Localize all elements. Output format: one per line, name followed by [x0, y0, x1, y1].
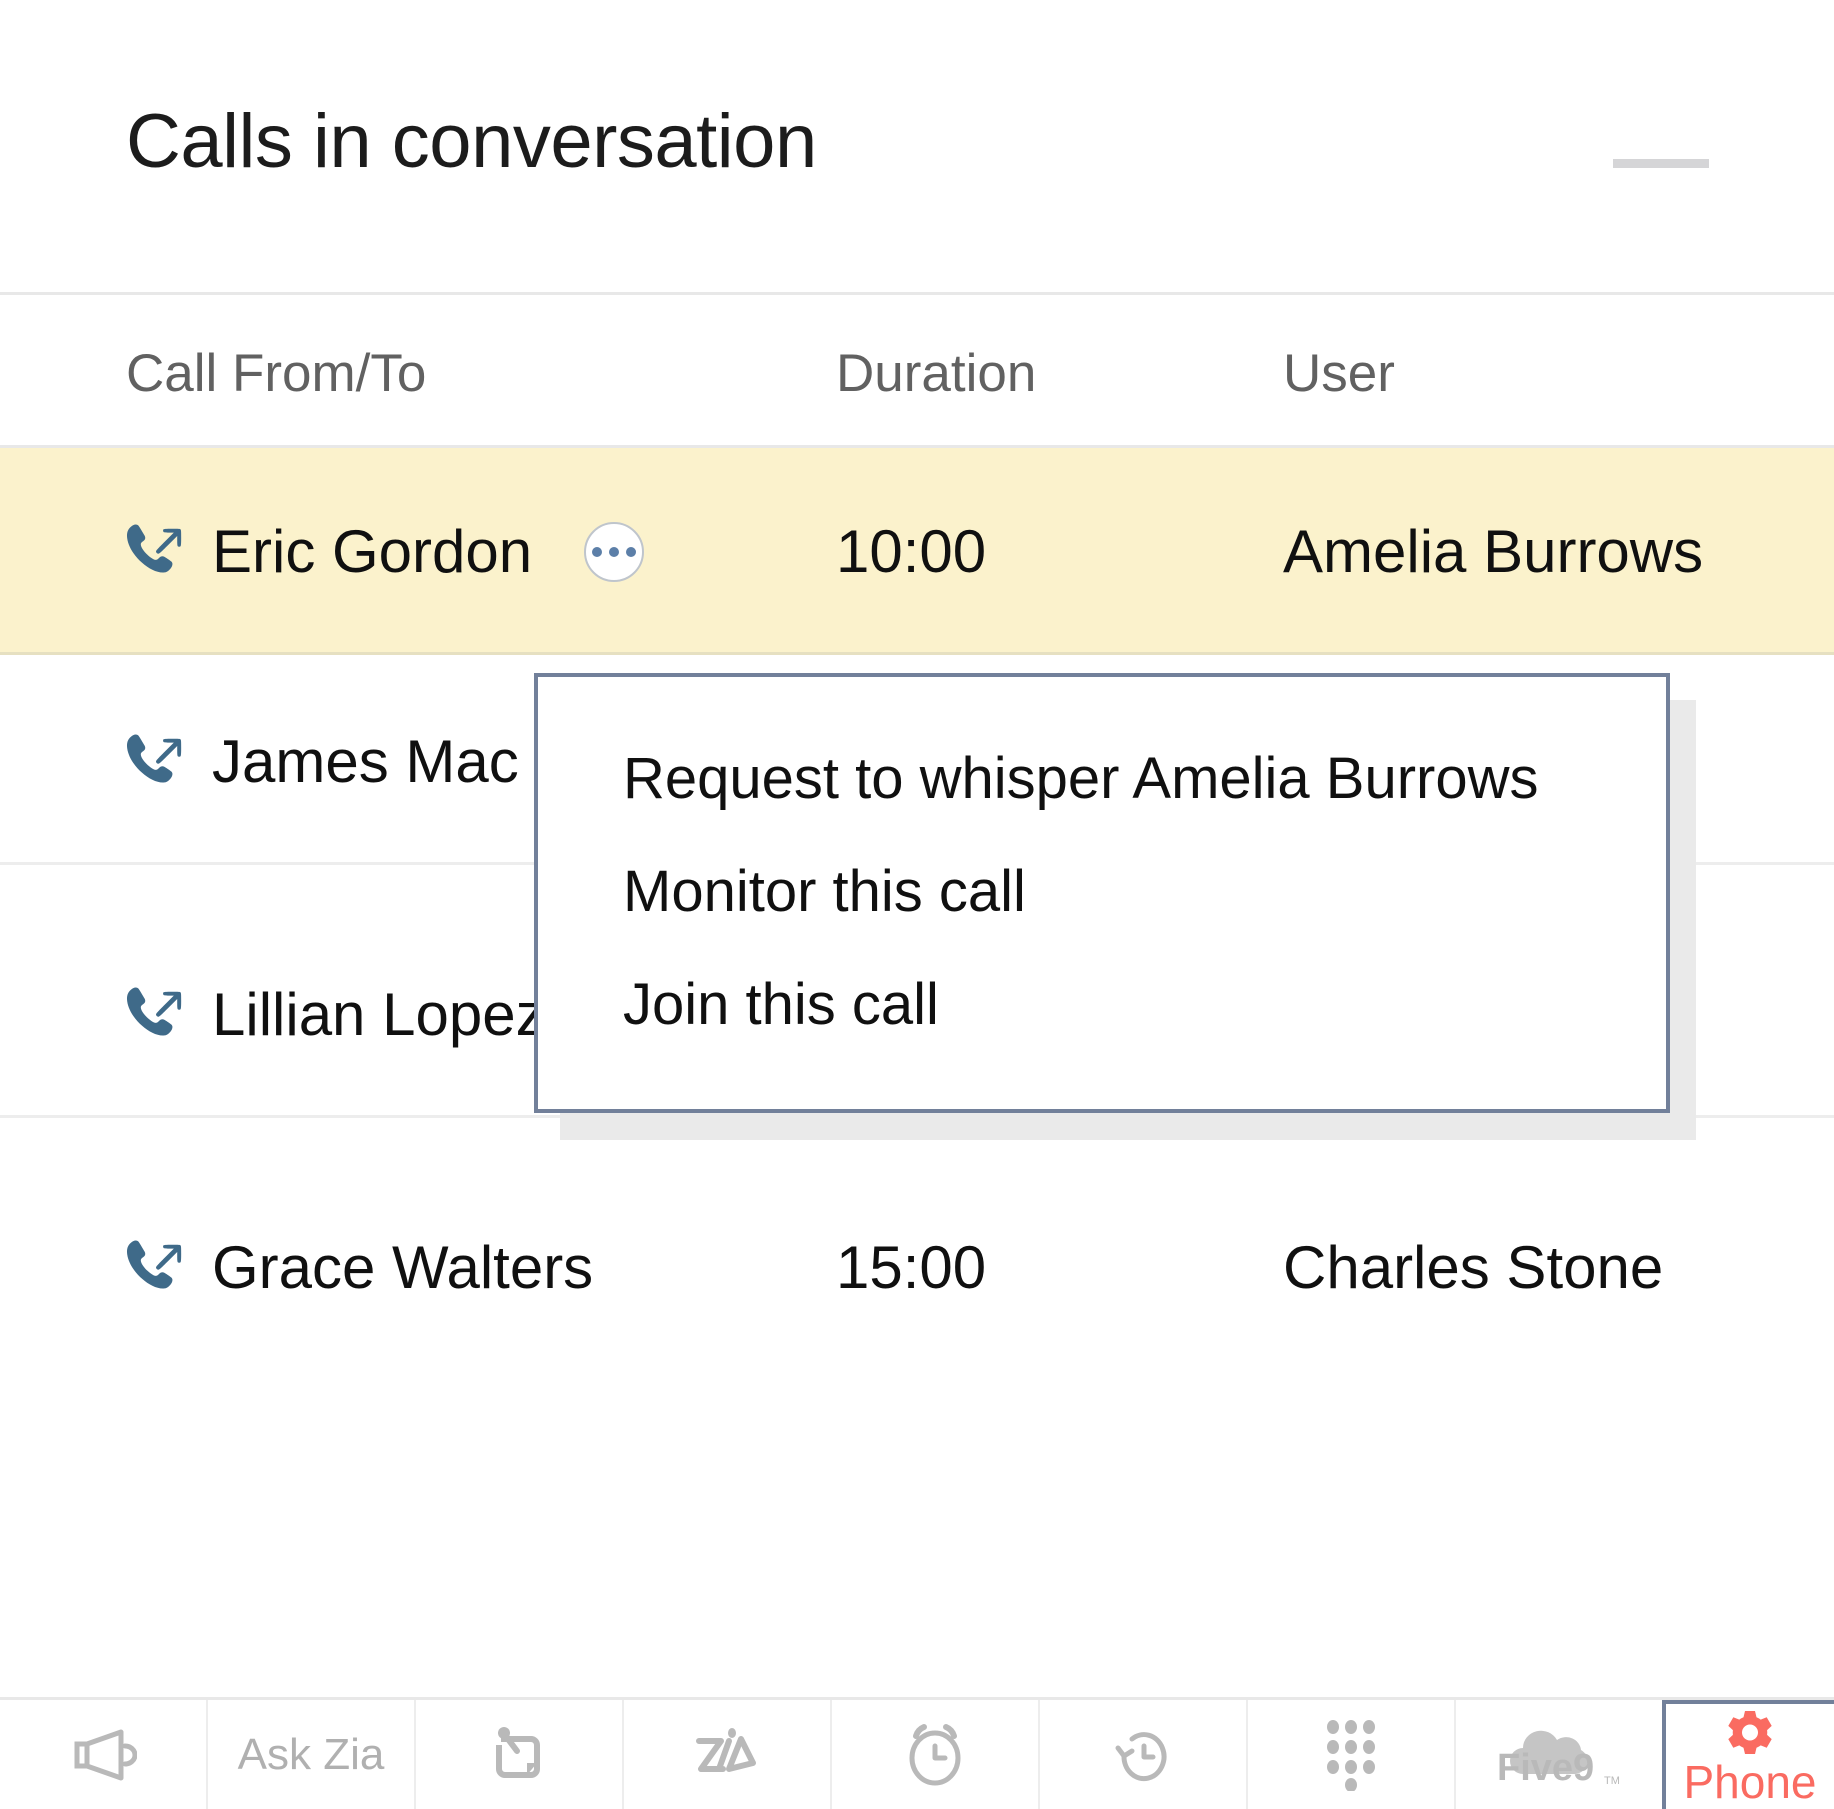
outgoing-call-icon — [126, 523, 188, 581]
dot — [609, 546, 620, 557]
gear-icon — [1725, 1709, 1775, 1757]
toolbar-button-alarm[interactable] — [832, 1700, 1040, 1809]
call-contact-name: Grace Walters — [212, 1233, 594, 1301]
svg-text:TM: TM — [1604, 1775, 1620, 1787]
dot — [626, 546, 637, 557]
call-contact-name: Lillian Lopez — [212, 980, 546, 1048]
call-contact-name: James Mac — [212, 727, 519, 795]
outgoing-call-icon — [126, 733, 188, 791]
toolbar-button-zia[interactable] — [624, 1700, 832, 1809]
calls-in-conversation-panel: Calls in conversation Call From/To Durat… — [0, 0, 1834, 1809]
outgoing-call-icon — [126, 986, 188, 1044]
alarm-clock-icon — [902, 1722, 968, 1788]
call-actions-context-menu: Request to whisper Amelia Burrows Monito… — [534, 673, 1670, 1113]
toolbar-button-five9[interactable]: Five9 TM — [1456, 1700, 1662, 1809]
call-user: Charles Stone — [1283, 1234, 1664, 1301]
megaphone-icon — [69, 1726, 137, 1784]
table-row[interactable]: Eric Gordon 10:00 Amelia Burrows — [0, 448, 1834, 655]
menu-item-request-to-whisper[interactable]: Request to whisper Amelia Burrows — [623, 750, 1539, 808]
panel-header: Calls in conversation — [0, 0, 1834, 295]
note-icon — [491, 1723, 547, 1787]
call-user: Amelia Burrows — [1283, 518, 1704, 585]
toolbar-button-announcements[interactable] — [0, 1700, 208, 1809]
row-more-options-button[interactable] — [584, 521, 645, 582]
call-name-cell: Lillian Lopez — [126, 911, 546, 1118]
menu-item-join-this-call[interactable]: Join this call — [623, 976, 939, 1034]
column-header-user: User — [1283, 344, 1395, 403]
minimize-button[interactable] — [1613, 159, 1709, 168]
call-name-cell: Grace Walters — [126, 1164, 593, 1371]
toolbar-button-ask-zia[interactable]: Ask Zia — [208, 1700, 416, 1809]
five9-logo-icon: Five9 TM — [1483, 1718, 1635, 1792]
outgoing-call-icon — [126, 1239, 188, 1297]
svg-text:Five9: Five9 — [1497, 1747, 1594, 1789]
phone-settings-button[interactable]: Phone — [1662, 1700, 1834, 1809]
table-column-headers: Call From/To Duration User — [0, 295, 1834, 448]
call-name-cell: James Mac — [126, 658, 519, 865]
ask-zia-label: Ask Zia — [237, 1729, 385, 1779]
toolbar-button-notes[interactable] — [416, 1700, 624, 1809]
call-duration: 10:00 — [836, 518, 987, 585]
zia-logo-icon — [689, 1725, 765, 1785]
phone-button-label: Phone — [1683, 1755, 1817, 1808]
toolbar-button-dialpad[interactable] — [1248, 1700, 1456, 1809]
call-name-cell: Eric Gordon — [126, 448, 645, 655]
call-history-icon — [1110, 1722, 1176, 1788]
column-header-duration: Duration — [836, 344, 1037, 403]
bottom-toolbar: Ask Zia Five9 TM Phone — [0, 1697, 1834, 1809]
call-duration: 15:00 — [836, 1234, 987, 1301]
page-title: Calls in conversation — [126, 99, 817, 184]
toolbar-button-call-history[interactable] — [1040, 1700, 1248, 1809]
dialpad-icon — [1323, 1719, 1379, 1791]
table-row[interactable]: Grace Walters 15:00 Charles Stone — [0, 1164, 1834, 1371]
dot — [592, 546, 603, 557]
call-contact-name: Eric Gordon — [212, 517, 533, 585]
menu-item-monitor-this-call[interactable]: Monitor this call — [623, 863, 1026, 921]
column-header-call-from-to: Call From/To — [126, 344, 427, 403]
